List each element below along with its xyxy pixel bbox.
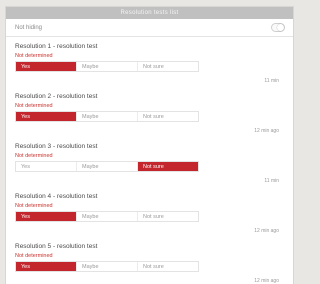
answer-option[interactable]: Not sure: [138, 162, 198, 171]
item-status: Not determined: [15, 103, 53, 109]
filter-bar: Not hiding: [6, 19, 293, 37]
answer-segmented-control: Yes Maybe Not sure: [15, 261, 199, 272]
list-item: Resolution 3 - resolution test Not determ…: [6, 137, 293, 187]
filter-label: Not hiding: [15, 24, 43, 31]
item-timestamp: 12 min ago: [254, 228, 279, 234]
answer-segmented-control: Yes Maybe Not sure: [15, 61, 199, 72]
answer-option[interactable]: Not sure: [138, 262, 198, 271]
answer-option[interactable]: Not sure: [138, 212, 198, 221]
list-item: Resolution 5 - resolution test Not determ…: [6, 237, 293, 284]
answer-option[interactable]: Maybe: [77, 162, 138, 171]
answer-option[interactable]: Maybe: [77, 212, 138, 221]
item-timestamp: 11 min: [264, 78, 279, 84]
answer-segmented-control: Yes Maybe Not sure: [15, 161, 199, 172]
list-item: Resolution 1 - resolution test Not determ…: [6, 37, 293, 87]
answer-option[interactable]: Yes: [16, 212, 77, 221]
item-status: Not determined: [15, 203, 53, 209]
answer-option[interactable]: Maybe: [77, 112, 138, 121]
list-item: Resolution 4 - resolution test Not determ…: [6, 187, 293, 237]
item-title: Resolution 1 - resolution test: [15, 43, 98, 50]
item-title: Resolution 4 - resolution test: [15, 193, 98, 200]
item-title: Resolution 3 - resolution test: [15, 143, 98, 150]
resolution-list: Resolution 1 - resolution test Not determ…: [6, 37, 293, 284]
title-bar: Resolution tests list: [6, 7, 293, 19]
answer-option[interactable]: Not sure: [138, 112, 198, 121]
toggle-knob: [277, 24, 284, 31]
answer-segmented-control: Yes Maybe Not sure: [15, 211, 199, 222]
item-status: Not determined: [15, 253, 53, 259]
filter-toggle[interactable]: [271, 23, 285, 32]
list-item: Resolution 2 - resolution test Not determ…: [6, 87, 293, 137]
item-status: Not determined: [15, 153, 53, 159]
item-timestamp: 11 min: [264, 178, 279, 184]
answer-option[interactable]: Yes: [16, 62, 77, 71]
item-title: Resolution 2 - resolution test: [15, 93, 98, 100]
item-status: Not determined: [15, 53, 53, 59]
answer-option[interactable]: Maybe: [77, 62, 138, 71]
item-timestamp: 12 min ago: [254, 278, 279, 284]
answer-option[interactable]: Yes: [16, 162, 77, 171]
answer-segmented-control: Yes Maybe Not sure: [15, 111, 199, 122]
answer-option[interactable]: Yes: [16, 262, 77, 271]
answer-option[interactable]: Yes: [16, 112, 77, 121]
app-window: Resolution tests list Not hiding Resolut…: [6, 7, 293, 284]
item-timestamp: 12 min ago: [254, 128, 279, 134]
window-title: Resolution tests list: [120, 10, 179, 16]
item-title: Resolution 5 - resolution test: [15, 243, 98, 250]
answer-option[interactable]: Not sure: [138, 62, 198, 71]
answer-option[interactable]: Maybe: [77, 262, 138, 271]
